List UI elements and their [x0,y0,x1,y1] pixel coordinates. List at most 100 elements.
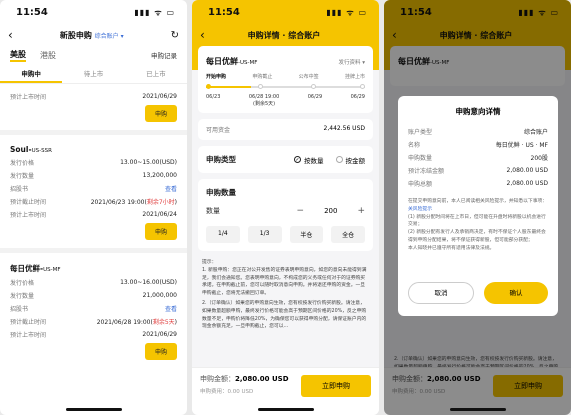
refresh-icon[interactable]: ↻ [171,30,179,41]
row-label: 预计截止时间 [10,199,47,206]
status-time: 11:54 [208,6,240,18]
prospectus-link[interactable]: 查看 [165,184,177,193]
modal-row: 申购数量 200股 [398,151,558,164]
row-value: 200股 [530,155,548,162]
confirm-button[interactable]: 确认 [484,282,548,304]
row-label: 预计上市时间 [10,212,47,219]
row-value: 13,200,000 [142,172,177,179]
quick-select: 1/4 1/3 半仓 全仓 [206,226,365,243]
cancel-button[interactable]: 取消 [408,282,474,304]
quantity-label: 数量 [206,207,220,215]
home-indicator [449,408,506,411]
code-text: US-MF [43,267,61,273]
quick-full-button[interactable]: 全仓 [331,226,365,243]
tab-us-stock[interactable]: 美股 [10,49,26,62]
submit-subscription-button[interactable]: 立即申购 [301,375,371,397]
buy-button[interactable]: 申购 [144,105,177,122]
status-icons: ▮▮▮ ᯤ ▭ [326,7,367,17]
cash-value: 2,442.56 USD [323,125,365,132]
stock-name: 每日优鲜-US-MF [198,46,265,71]
row-label: 申购数量 [408,155,433,162]
minus-icon[interactable]: − [297,206,305,216]
timeline-steps: 开始申购 申购截止 公布中签 挂牌上市 [198,71,373,82]
row-label: 名称 [408,142,421,149]
modal-actions: 取消 确认 [408,282,548,304]
quantity-card: 申购数量 数量 − 200 + 1/4 1/3 半仓 全仓 [198,179,373,251]
row-prospectus: 招股书 查看 [0,302,187,315]
row-label: 预计上市时间 [10,332,47,339]
home-indicator [257,408,314,411]
row-deadline: 预计截止时间 2021/06/23 19:00(剩余7小时) [0,195,187,208]
back-icon[interactable]: ‹ [200,28,205,42]
tab-pending-listing[interactable]: 待上市 [62,68,124,83]
quantity-value[interactable]: 200 [324,207,337,215]
name-text: 每日优鲜 [206,57,238,66]
modal-row: 预计冻结金额 2,080.00 USD [398,164,558,177]
quantity-title: 申购数量 [206,188,236,197]
tab-subscribing[interactable]: 申购中 [0,68,63,83]
status-icons: ▮▮▮ ᯤ ▭ [134,7,175,17]
track-progress [206,86,251,88]
step-dot [310,84,316,89]
back-icon[interactable]: ‹ [8,28,13,42]
prospectus-link[interactable]: 发行资料 ▾ [338,58,365,66]
quick-half-button[interactable]: 半仓 [289,226,324,243]
button-row: 申购 [0,221,187,246]
amount-label: 申购金额： [200,375,235,383]
row-value: 2021/06/24 [142,211,177,218]
row-label: 预计上市时间 [10,94,47,101]
buy-button[interactable]: 申购 [144,343,177,360]
row-value: 2021/06/29 [142,331,177,338]
type-by-quantity[interactable]: ✓ 按数量 [294,155,324,165]
name-text: Soul [10,145,29,154]
confirm-modal: 申购意向详情 账户类型 综合账户 名称 每日优鲜 · US · MF 申购数量 200… [398,96,558,316]
available-cash-card: 可用资金 2,442.56 USD [198,119,373,140]
row-value: 2,080.00 USD [506,180,548,187]
terms-block: 在提交申购意向前，本人已阅读相关风险提示，并知悉以下事项： 关风险提示 (1) 新… [398,198,558,253]
tips-title: 提示： [202,260,217,265]
row-label: 招股书 [10,186,29,193]
option-text: 按数量 [304,156,324,165]
home-indicator [65,408,122,411]
date-label: 06/29 [350,94,365,100]
prospectus-link[interactable]: 查看 [165,304,177,313]
row-label: 账户类型 [408,129,433,136]
row-label: 发行数量 [10,293,35,300]
subscription-type-card: 申购类型 ✓ 按数量 按金额 [198,146,373,173]
account-text: 综合账户 [94,32,119,40]
step-dot [360,84,365,89]
nav-bar: ‹ 申购详情 · 综合账户 [192,24,379,46]
row-label: 发行价格 [10,160,35,167]
divider [0,248,187,253]
status-time: 11:54 [16,6,48,18]
code-text: US-SSR [31,148,52,154]
market-tabs: 美股 港股 申购记录 [0,46,187,64]
status-tabs: 申购中 待上市 已上市 [0,68,187,84]
account-selector[interactable]: 综合账户 ▾ [95,33,124,40]
subscription-confirm-screen: 11:54 ▮▮▮ ᯤ ▭ ‹ 申购详情 · 综合账户 每日优鲜-US-MF 2… [384,0,571,415]
row-qty: 发行数量 13,200,000 [0,169,187,182]
buy-button[interactable]: 申购 [144,223,177,240]
date-label: 06/29 [307,94,323,100]
status-bar: 11:54 ▮▮▮ ᯤ ▭ [0,0,187,24]
row-label: 发行数量 [10,173,35,180]
terms-text: 在提交申购意向前，本人已阅读相关风险提示，并知悉以下事项： [408,199,548,204]
row-value: 综合账户 [523,129,548,136]
row-prospectus: 招股书 查看 [0,182,187,195]
type-by-amount[interactable]: 按金额 [335,155,365,165]
fee-label: 申购费用： [200,389,228,395]
divider [0,130,187,135]
row-value: 13.00~15.00(USD) [120,159,177,166]
ipo-list-screen: 11:54 ▮▮▮ ᯤ ▭ ‹ 新股申购 综合账户 ▾ ↻ 美股 港股 申购记录… [0,0,187,415]
risk-disclosure-link[interactable]: 关风险提示 [408,207,432,212]
step-dot [258,84,264,89]
quick-third-button[interactable]: 1/3 [247,226,282,243]
tab-listed[interactable]: 已上市 [125,68,187,83]
stock-header: 每日优鲜-US-MF 发行资料 ▾ [198,46,373,71]
step-label: 挂牌上市 [344,74,365,80]
quick-quarter-button[interactable]: 1/4 [206,226,240,243]
tab-hk-stock[interactable]: 港股 [40,50,56,61]
plus-icon[interactable]: + [357,206,365,216]
subscription-record-link[interactable]: 申购记录 [151,50,177,60]
row-qty: 发行数量 21,000,000 [0,289,187,302]
